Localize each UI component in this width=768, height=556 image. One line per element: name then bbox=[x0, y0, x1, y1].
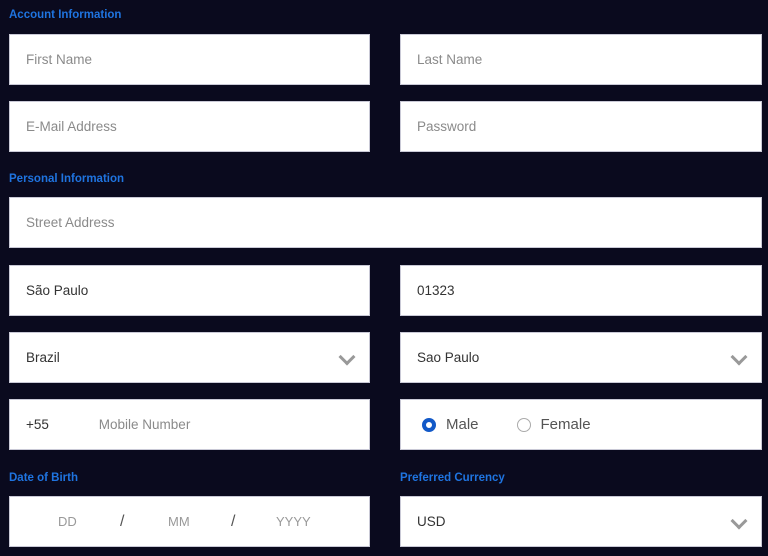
section-personal-title: Personal Information bbox=[9, 173, 125, 185]
mobile-number-input[interactable] bbox=[82, 416, 369, 433]
email-input[interactable] bbox=[10, 118, 369, 135]
first-name-field[interactable] bbox=[9, 34, 370, 85]
chevron-down-icon bbox=[730, 512, 748, 530]
dob-month-input[interactable]: MM bbox=[168, 514, 190, 529]
first-name-input[interactable] bbox=[10, 51, 369, 68]
dob-title: Date of Birth bbox=[9, 472, 78, 484]
email-field[interactable] bbox=[9, 101, 370, 152]
dob-separator: / bbox=[120, 512, 125, 530]
gender-option-female[interactable]: Female bbox=[516, 416, 591, 433]
currency-select[interactable]: USD bbox=[400, 496, 762, 547]
gender-option-male[interactable]: Male bbox=[422, 416, 479, 433]
country-value: Brazil bbox=[26, 350, 60, 365]
dob-year-input[interactable]: YYYY bbox=[276, 514, 311, 529]
state-select[interactable]: Sao Paulo bbox=[400, 332, 762, 383]
state-value: Sao Paulo bbox=[417, 350, 480, 365]
radio-unselected-icon[interactable] bbox=[516, 417, 531, 432]
city-field[interactable] bbox=[9, 265, 370, 316]
zip-input[interactable] bbox=[401, 282, 761, 299]
dob-separator: / bbox=[231, 512, 236, 530]
radio-selected-icon[interactable] bbox=[422, 417, 436, 432]
phone-country-code[interactable]: +55 bbox=[10, 417, 83, 432]
currency-value: USD bbox=[417, 514, 446, 529]
zip-field[interactable] bbox=[400, 265, 762, 316]
phone-field[interactable]: +55 bbox=[9, 399, 370, 450]
password-field[interactable] bbox=[400, 101, 762, 152]
gender-label-male: Male bbox=[446, 416, 479, 433]
section-account-title: Account Information bbox=[9, 9, 122, 21]
password-input[interactable] bbox=[401, 118, 761, 135]
chevron-down-icon bbox=[730, 348, 748, 366]
dob-day-input[interactable]: DD bbox=[58, 514, 77, 529]
city-input[interactable] bbox=[10, 282, 369, 299]
dob-field: DD / MM / YYYY bbox=[9, 496, 370, 547]
gender-radio-group: Male Female bbox=[400, 399, 762, 450]
country-select[interactable]: Brazil bbox=[9, 332, 370, 383]
currency-title: Preferred Currency bbox=[400, 472, 505, 484]
street-address-input[interactable] bbox=[10, 214, 761, 231]
last-name-input[interactable] bbox=[401, 51, 761, 68]
gender-label-female: Female bbox=[540, 416, 591, 433]
last-name-field[interactable] bbox=[400, 34, 762, 85]
chevron-down-icon bbox=[338, 348, 356, 366]
street-address-field[interactable] bbox=[9, 197, 762, 248]
